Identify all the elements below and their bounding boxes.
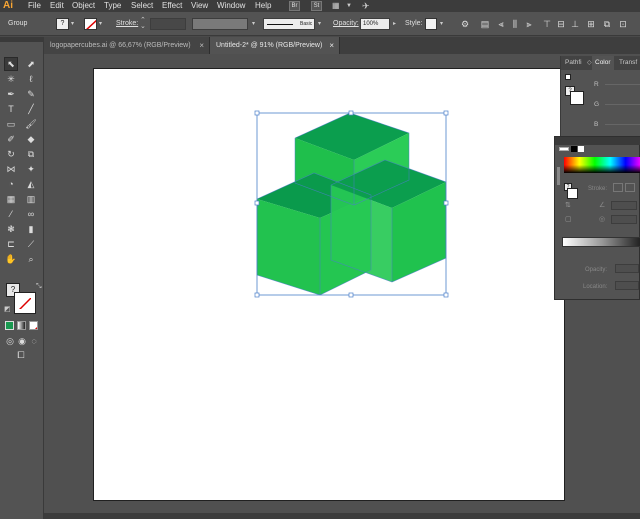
floating-gradient-panel: ? Stroke: ⇅ ∠ ▢ ◎ Opacity: Location: — [554, 136, 640, 300]
angle-field[interactable] — [611, 201, 637, 210]
reverse-gradient-icon[interactable]: ⇅ — [565, 201, 571, 209]
green-channel-slider[interactable] — [605, 104, 640, 105]
stroke-along-button[interactable] — [625, 183, 635, 192]
tab-transform[interactable]: Transf — [619, 56, 637, 70]
gradient-stroke-swatch[interactable] — [567, 188, 578, 199]
tab-pathfinder[interactable]: Pathfi — [565, 56, 582, 70]
black-swatch[interactable] — [571, 146, 577, 152]
green-channel-label: G — [594, 101, 600, 108]
cube-group[interactable] — [256, 112, 447, 296]
stroke-within-button[interactable] — [613, 183, 623, 192]
color-panel: Pathfi ◇ Color Transf ? R G B — [560, 56, 640, 138]
panel-stroke-swatch[interactable] — [570, 91, 584, 105]
handle-bottom-right[interactable] — [443, 292, 449, 298]
angle-icon: ∠ — [599, 202, 606, 209]
tab-arrows-icon: ◇ — [587, 60, 592, 66]
handle-top-left[interactable] — [254, 110, 260, 116]
handle-top-center[interactable] — [348, 110, 354, 116]
panel-tab-strip: Pathfi ◇ Color Transf — [561, 56, 640, 70]
gradient-stroke-label: Stroke: — [588, 186, 608, 192]
tab-color[interactable]: Color — [592, 56, 614, 70]
gradient-type-icon[interactable]: ▢ — [565, 215, 572, 223]
handle-top-right[interactable] — [443, 110, 449, 116]
color-spectrum[interactable] — [564, 157, 640, 173]
aspect-ratio-icon: ◎ — [599, 216, 606, 223]
none-slash-icon — [574, 102, 580, 104]
red-channel-slider[interactable] — [605, 84, 640, 85]
panel-side-slider[interactable] — [557, 167, 560, 185]
handle-bottom-left[interactable] — [254, 292, 260, 298]
handle-middle-left[interactable] — [254, 200, 260, 206]
red-channel-label: R — [594, 81, 599, 88]
handle-bottom-center[interactable] — [348, 292, 354, 298]
mini-fill-swatch[interactable] — [565, 74, 571, 80]
artwork-layer — [254, 110, 449, 298]
aspect-ratio-field[interactable] — [611, 215, 637, 224]
white-swatch[interactable] — [578, 146, 584, 152]
gradient-location-label: Location: — [583, 284, 608, 290]
gradient-opacity-label: Opacity: — [585, 267, 608, 273]
status-bar — [44, 513, 640, 519]
blue-channel-label: B — [594, 121, 599, 128]
gradient-location-field[interactable] — [615, 281, 639, 290]
handle-middle-right[interactable] — [443, 200, 449, 206]
panel-title-strip[interactable] — [555, 137, 640, 145]
gradient-opacity-field[interactable] — [615, 264, 639, 273]
none-swatch[interactable] — [559, 147, 569, 151]
gradient-slider-bar[interactable] — [562, 237, 640, 247]
blue-channel-slider[interactable] — [605, 124, 640, 125]
